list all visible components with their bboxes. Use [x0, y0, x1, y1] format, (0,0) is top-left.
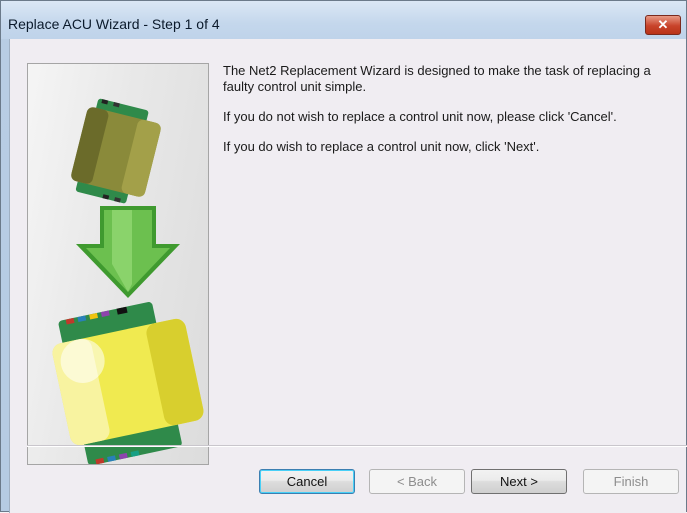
new-control-unit-icon	[52, 302, 204, 464]
old-control-unit-icon	[71, 98, 161, 204]
button-separator	[27, 445, 687, 447]
wizard-body: The Net2 Replacement Wizard is designed …	[9, 39, 687, 513]
cancel-button[interactable]: Cancel	[259, 469, 355, 494]
cancel-instruction-text: If you do not wish to replace a control …	[223, 109, 617, 124]
wizard-description: The Net2 Replacement Wizard is designed …	[223, 63, 678, 169]
next-button[interactable]: Next >	[471, 469, 567, 494]
back-button[interactable]: < Back	[369, 469, 465, 494]
close-icon: ✕	[657, 17, 669, 32]
control-unit-replacement-image	[52, 98, 204, 464]
down-arrow-icon	[76, 206, 180, 298]
next-instruction-text: If you do wish to replace a control unit…	[223, 139, 540, 154]
wizard-window: Replace ACU Wizard - Step 1 of 4 ✕ The N…	[0, 0, 687, 513]
intro-text: The Net2 Replacement Wizard is designed …	[223, 63, 651, 94]
finish-button[interactable]: Finish	[583, 469, 679, 494]
wizard-illustration	[27, 63, 209, 465]
window-title: Replace ACU Wizard - Step 1 of 4	[8, 16, 220, 32]
close-button[interactable]: ✕	[645, 15, 681, 35]
title-bar[interactable]: Replace ACU Wizard - Step 1 of 4 ✕	[1, 1, 686, 39]
